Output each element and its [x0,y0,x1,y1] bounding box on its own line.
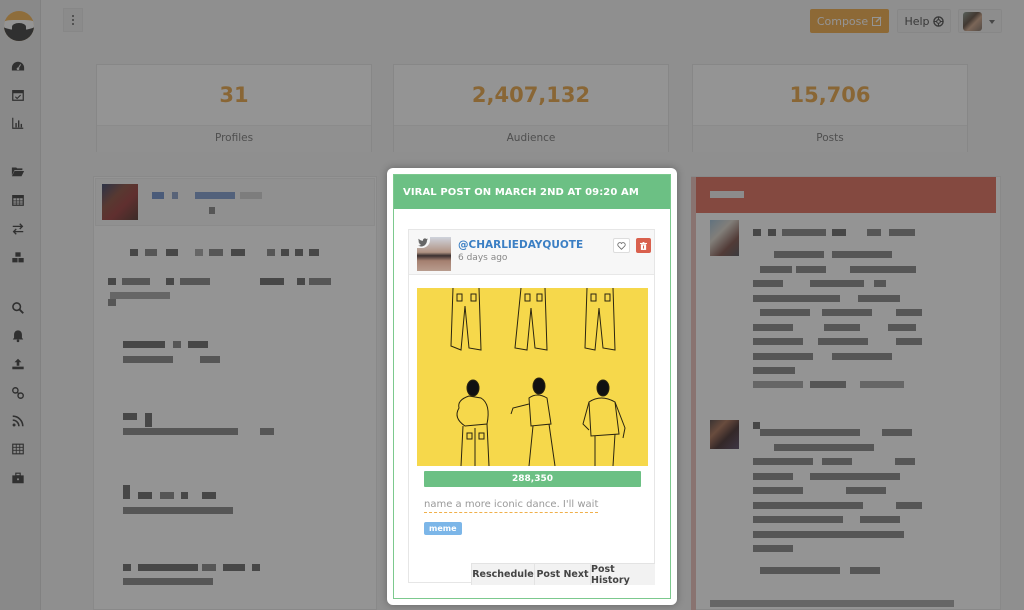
post-card: @CHARLIEDAYQUOTE 6 days ago 288,350 name… [408,229,655,586]
heart-icon [617,241,626,250]
trash-icon [640,241,647,250]
dancer-1 [456,379,490,466]
dancer-legs-1 [450,288,482,351]
post-timestamp: 6 days ago [458,253,508,263]
dancer-legs-2 [514,288,548,351]
post-tag[interactable]: meme [424,522,462,535]
modal-title: VIRAL POST ON MARCH 2ND AT 09:20 AM [394,175,670,209]
post-image[interactable] [417,288,648,466]
post-caption[interactable]: name a more iconic dance. I'll wait [424,499,599,513]
post-author-avatar[interactable] [416,236,451,271]
favorite-button[interactable] [613,238,630,253]
twitter-icon [416,236,430,248]
engagement-count-bar: 288,350 [424,471,641,487]
dancer-3 [582,379,626,466]
viral-post-modal: VIRAL POST ON MARCH 2ND AT 09:20 AM @CHA… [387,168,677,605]
dancer-legs-3 [584,288,616,351]
post-author-handle[interactable]: @CHARLIEDAYQUOTE [458,239,583,251]
dancer-2 [510,377,556,466]
post-actions: Reschedule Post Next Post History [471,563,655,586]
reschedule-button[interactable]: Reschedule [471,564,534,585]
post-header: @CHARLIEDAYQUOTE 6 days ago [409,230,654,275]
post-next-button[interactable]: Post Next [534,564,590,585]
delete-button[interactable] [636,238,651,253]
post-history-button[interactable]: Post History [590,564,655,586]
